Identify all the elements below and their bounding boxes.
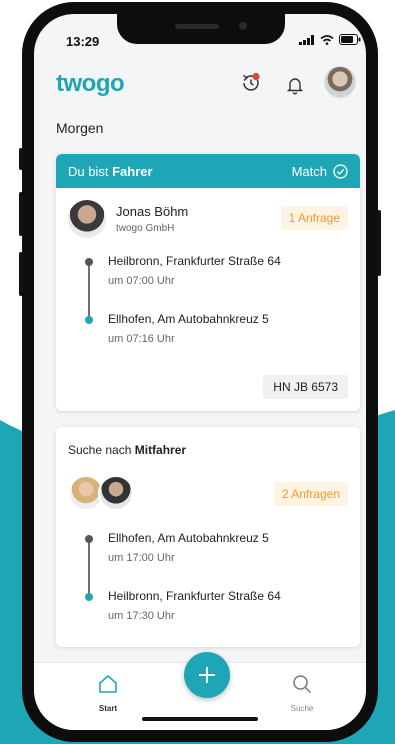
requester-avatar [98, 475, 134, 511]
app-screen: 13:29 twogo Morgen Du bist Fahrer Match … [34, 14, 366, 730]
driver-avatar [68, 200, 106, 238]
volume-up-button [19, 192, 23, 236]
requester-avatars [68, 475, 138, 513]
requests-badge[interactable]: 1 Anfrage [280, 206, 348, 230]
home-icon [99, 675, 117, 693]
status-time: 13:29 [66, 34, 100, 49]
bell-icon [286, 78, 304, 95]
route-line [88, 541, 90, 595]
app-header: twogo [34, 58, 366, 108]
role-label: Du bist Fahrer [68, 163, 153, 179]
volume-down-button [19, 252, 23, 296]
day-label: Morgen [56, 120, 104, 136]
battery-icon [339, 34, 361, 45]
tab-search[interactable]: Suche [272, 673, 332, 713]
driver-info: Jonas Böhm twogo GmbH [68, 200, 188, 238]
match-status: Match [292, 164, 348, 179]
tab-search-label: Suche [290, 704, 314, 713]
tab-start[interactable]: Start [78, 673, 138, 713]
search-card-title: Suche nach Mitfahrer [68, 443, 187, 457]
license-plate: HN JB 6573 [263, 375, 348, 399]
tab-start-label: Start [98, 704, 118, 713]
ride-card-header: Du bist Fahrer Match [56, 154, 360, 188]
add-ride-button[interactable] [184, 652, 230, 698]
requests-badge[interactable]: 2 Anfragen [273, 482, 348, 506]
search-icon [293, 675, 312, 694]
driver-company: twogo GmbH [116, 223, 175, 234]
history-icon [243, 72, 260, 91]
history-button[interactable] [238, 70, 264, 96]
logo: twogo [56, 70, 125, 97]
signal-icon [299, 34, 314, 45]
notch [117, 14, 285, 44]
notifications-button[interactable] [282, 72, 308, 98]
search-card[interactable]: Suche nach Mitfahrer 2 Anfragen Ellhofen… [56, 427, 360, 647]
route-line [88, 264, 90, 318]
ride-card[interactable]: Du bist Fahrer Match Jonas Böhm twogo Gm… [56, 154, 360, 411]
home-indicator [142, 717, 258, 721]
wifi-icon [320, 34, 334, 45]
check-circle-icon [333, 163, 348, 179]
driver-name: Jonas Böhm [116, 204, 189, 219]
status-icons [299, 34, 361, 45]
power-button [377, 210, 381, 276]
mute-switch [19, 148, 23, 170]
profile-avatar[interactable] [324, 66, 356, 98]
plus-icon [199, 667, 215, 683]
